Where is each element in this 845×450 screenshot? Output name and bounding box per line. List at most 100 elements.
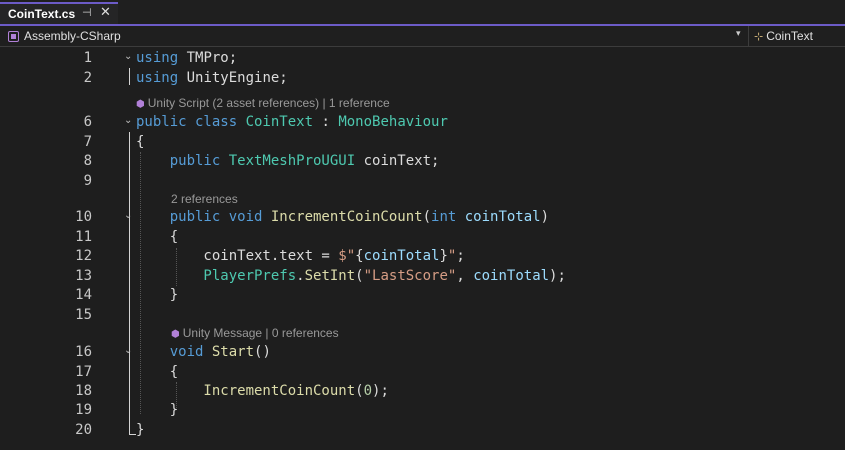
code-text: using UnityEngine;: [136, 68, 288, 88]
line-number: 15: [75, 307, 92, 323]
code-token: }: [136, 287, 179, 303]
code-token: }: [439, 248, 448, 264]
line-number: 13: [75, 268, 92, 284]
code-token: (: [355, 268, 364, 284]
code-token: 0: [363, 383, 373, 399]
navigation-bar: Assembly-CSharp ▾ ⊹ CoinText: [0, 26, 845, 47]
code-token: Start: [211, 344, 255, 360]
code-line[interactable]: 8 public TextMeshProUGUI coinText;: [0, 151, 845, 171]
code-token: );: [549, 268, 566, 284]
code-token: coinText.text =: [136, 248, 339, 264]
chevron-down-icon[interactable]: ⌄: [124, 51, 132, 62]
pin-icon[interactable]: ⊣: [82, 6, 92, 19]
line-number: 10: [75, 209, 92, 225]
code-text: PlayerPrefs.SetInt("LastScore", coinTota…: [136, 266, 566, 286]
code-text: {: [136, 227, 178, 247]
code-text: coinText.text = $"{coinTotal}";: [136, 246, 465, 266]
line-number: 14: [75, 287, 92, 303]
member-dropdown[interactable]: ⊹ CoinText: [754, 29, 813, 43]
code-text: }: [136, 420, 144, 440]
code-line[interactable]: 9: [0, 171, 845, 191]
code-line[interactable]: 16 ⌄ void Start(): [0, 342, 845, 362]
tab-title: CoinText.cs: [8, 7, 76, 21]
line-number: 11: [75, 229, 92, 245]
code-token: {: [355, 248, 364, 264]
line-number: 7: [83, 134, 92, 150]
code-text: {: [136, 132, 144, 152]
code-line[interactable]: 10 ⌄ public void IncrementCoinCount(int c…: [0, 207, 845, 227]
line-number: 8: [83, 153, 92, 169]
code-text: public TextMeshProUGUI coinText;: [136, 151, 440, 171]
code-token: MonoBehaviour: [338, 114, 448, 130]
code-token: {: [136, 229, 179, 245]
code-line[interactable]: 1 ⌄ using TMPro;: [0, 48, 845, 68]
code-token: ): [540, 209, 550, 225]
line-number: 17: [75, 364, 92, 380]
code-line[interactable]: 15: [0, 305, 845, 325]
code-line[interactable]: 12 coinText.text = $"{coinTotal}";: [0, 246, 845, 266]
line-number: 6: [83, 114, 92, 130]
code-token: PlayerPrefs: [136, 268, 297, 284]
line-number: 2: [83, 70, 92, 86]
start-codelens[interactable]: ⬢ Unity Message | 0 references: [171, 325, 339, 343]
code-token: CoinText: [245, 114, 314, 130]
chevron-down-icon[interactable]: ▾: [736, 28, 741, 39]
code-token: {: [136, 364, 179, 380]
line-number: 16: [75, 344, 92, 360]
member-label: CoinText: [766, 29, 813, 43]
code-token: using: [136, 50, 179, 66]
code-line[interactable]: 20}: [0, 420, 845, 440]
code-line[interactable]: 13 PlayerPrefs.SetInt("LastScore", coinT…: [0, 266, 845, 286]
code-editor[interactable]: ⬢ Unity Script (2 asset references) | 1 r…: [0, 47, 845, 450]
code-token: SetInt: [304, 268, 356, 284]
code-line[interactable]: 19 }: [0, 400, 845, 420]
line-number: 18: [75, 383, 92, 399]
code-token: coinText;: [355, 153, 440, 169]
code-token: (: [422, 209, 432, 225]
code-token: {: [136, 134, 145, 150]
code-token: ;: [456, 248, 465, 264]
chevron-down-icon[interactable]: ⌄: [124, 115, 132, 126]
code-token: coinTotal: [464, 209, 541, 225]
code-token: TMPro;: [178, 50, 238, 66]
code-token: UnityEngine;: [178, 70, 288, 86]
project-dropdown[interactable]: Assembly-CSharp: [8, 29, 121, 43]
code-line[interactable]: 17 {: [0, 362, 845, 382]
unity-message-icon: ⬢: [171, 329, 180, 340]
line-number: 20: [75, 422, 92, 438]
close-icon[interactable]: ✕: [100, 5, 111, 20]
chevron-down-icon[interactable]: ⌄: [124, 345, 132, 356]
code-text: }: [136, 400, 178, 420]
code-token: }: [136, 402, 179, 418]
code-token: $": [338, 248, 356, 264]
code-token: }: [136, 422, 145, 438]
code-line[interactable]: 2 using UnityEngine;: [0, 68, 845, 88]
code-text: }: [136, 285, 178, 305]
code-token: :: [313, 114, 339, 130]
code-line[interactable]: 14 }: [0, 285, 845, 305]
tab-coin-text[interactable]: CoinText.cs ⊣ ✕: [0, 2, 118, 24]
code-line[interactable]: 6 ⌄ public class CoinText : MonoBehaviour: [0, 112, 845, 132]
code-text: {: [136, 362, 178, 382]
code-token: IncrementCoinCount: [270, 209, 423, 225]
chevron-down-icon[interactable]: ⌄: [124, 210, 132, 221]
code-token: .: [296, 268, 305, 284]
code-token: IncrementCoinCount: [136, 383, 356, 399]
code-token: );: [372, 383, 389, 399]
method-codelens[interactable]: 2 references: [171, 191, 238, 207]
code-token: coinTotal: [473, 268, 550, 284]
code-line[interactable]: 7{: [0, 132, 845, 152]
line-number: 9: [83, 173, 92, 189]
code-token: using: [136, 70, 179, 86]
code-token: (: [355, 383, 364, 399]
code-line[interactable]: 18 IncrementCoinCount(0);: [0, 381, 845, 401]
class-codelens[interactable]: ⬢ Unity Script (2 asset references) | 1 r…: [136, 95, 390, 113]
code-token: void: [136, 344, 212, 360]
code-token: int: [431, 209, 465, 225]
code-token: public void: [136, 209, 271, 225]
code-text: void Start(): [136, 342, 271, 362]
line-number: 1: [83, 50, 92, 66]
code-token: TextMeshProUGUI: [228, 153, 356, 169]
code-line[interactable]: 11 {: [0, 227, 845, 247]
class-icon: ⊹: [754, 30, 764, 43]
